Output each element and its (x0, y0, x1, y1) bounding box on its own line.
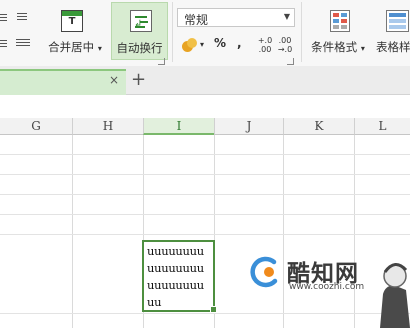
align-right-icon[interactable] (0, 14, 7, 24)
active-cell-text: uuuuuuuu uuuuuuuu uuuuuuuu uu (147, 243, 215, 311)
distributed-align-icon[interactable] (16, 39, 30, 49)
chevron-down-icon: ▾ (360, 44, 365, 53)
column-header-l[interactable]: L (354, 118, 410, 135)
merge-center-icon: T (61, 10, 83, 32)
conditional-format-icon (330, 10, 350, 32)
decrease-decimal-bottom: →.0 (277, 45, 293, 54)
conditional-format-button[interactable]: 条件格式 ▾ (306, 2, 370, 60)
cell-text-line: uuuuuuuu (147, 278, 204, 292)
chevron-down-icon: ▾ (200, 40, 205, 49)
thousands-separator-button[interactable]: , (237, 36, 242, 56)
formula-bar[interactable] (0, 95, 410, 119)
column-header-k[interactable]: K (283, 118, 354, 135)
watermark-url: www.coozhi.com (289, 282, 365, 292)
currency-icon[interactable] (182, 38, 197, 53)
column-label-g: G (31, 119, 41, 133)
column-label-k: K (314, 119, 324, 133)
align-justify-icon[interactable] (17, 13, 27, 23)
merge-center-button[interactable]: T 合并居中 ▾ (44, 2, 106, 60)
ribbon-toolbar: T 合并居中 ▾ ↲ 自动换行 常规 ▼ ▾ % , +.0 .00 .00 →… (0, 0, 410, 66)
conditional-format-label: 条件格式 (311, 40, 358, 54)
number-format-select[interactable]: 常规 ▼ (177, 8, 295, 27)
merge-center-label: 合并居中 (48, 40, 95, 54)
decrease-decimal-button[interactable]: .00 →.0 (275, 36, 295, 58)
number-format-dialog-launcher[interactable] (287, 58, 294, 65)
increase-decimal-bottom: .00 (258, 45, 272, 54)
increase-decimal-button[interactable]: +.0 .00 (255, 36, 275, 58)
column-header-i[interactable]: I (143, 118, 214, 135)
number-format-value: 常规 (184, 13, 209, 27)
column-label-l: L (378, 119, 387, 133)
close-tab-icon[interactable]: × (109, 73, 119, 87)
decrease-decimal-top: .00 (278, 36, 292, 45)
wrap-text-button[interactable]: ↲ 自动换行 (111, 2, 168, 60)
chevron-down-icon: ▼ (283, 12, 290, 21)
table-style-icon (386, 10, 409, 32)
column-header-h[interactable]: H (72, 118, 143, 135)
wrap-text-icon: ↲ (130, 10, 152, 32)
cell-text-line: uuuuuuuu (147, 244, 204, 258)
column-label-j: J (246, 119, 252, 133)
active-cell[interactable]: uuuuuuuu uuuuuuuu uuuuuuuu uu (142, 240, 215, 312)
column-header-j[interactable]: J (214, 118, 283, 135)
cell-text-line: uuuuuuuu (147, 261, 204, 275)
mascot-illustration (380, 263, 410, 328)
table-style-button[interactable]: 表格样 (374, 2, 410, 60)
new-tab-button[interactable]: + (131, 69, 146, 90)
fill-handle[interactable] (210, 306, 217, 313)
indent-icon[interactable] (0, 40, 7, 50)
document-tab[interactable]: × (0, 69, 126, 95)
column-label-h: H (102, 119, 114, 133)
alignment-dialog-launcher[interactable] (158, 58, 165, 65)
percent-button[interactable]: % (214, 36, 226, 56)
column-label-i: I (176, 119, 182, 133)
chevron-down-icon: ▾ (97, 44, 102, 53)
column-header-g[interactable]: G (0, 118, 72, 135)
increase-decimal-top: +.0 (257, 36, 273, 45)
wrap-text-label: 自动换行 (116, 41, 163, 55)
coozhi-logo-icon (250, 256, 278, 288)
document-tab-bar: × (0, 66, 410, 95)
table-style-label: 表格样 (376, 40, 410, 54)
cell-text-line: uu (147, 295, 162, 309)
